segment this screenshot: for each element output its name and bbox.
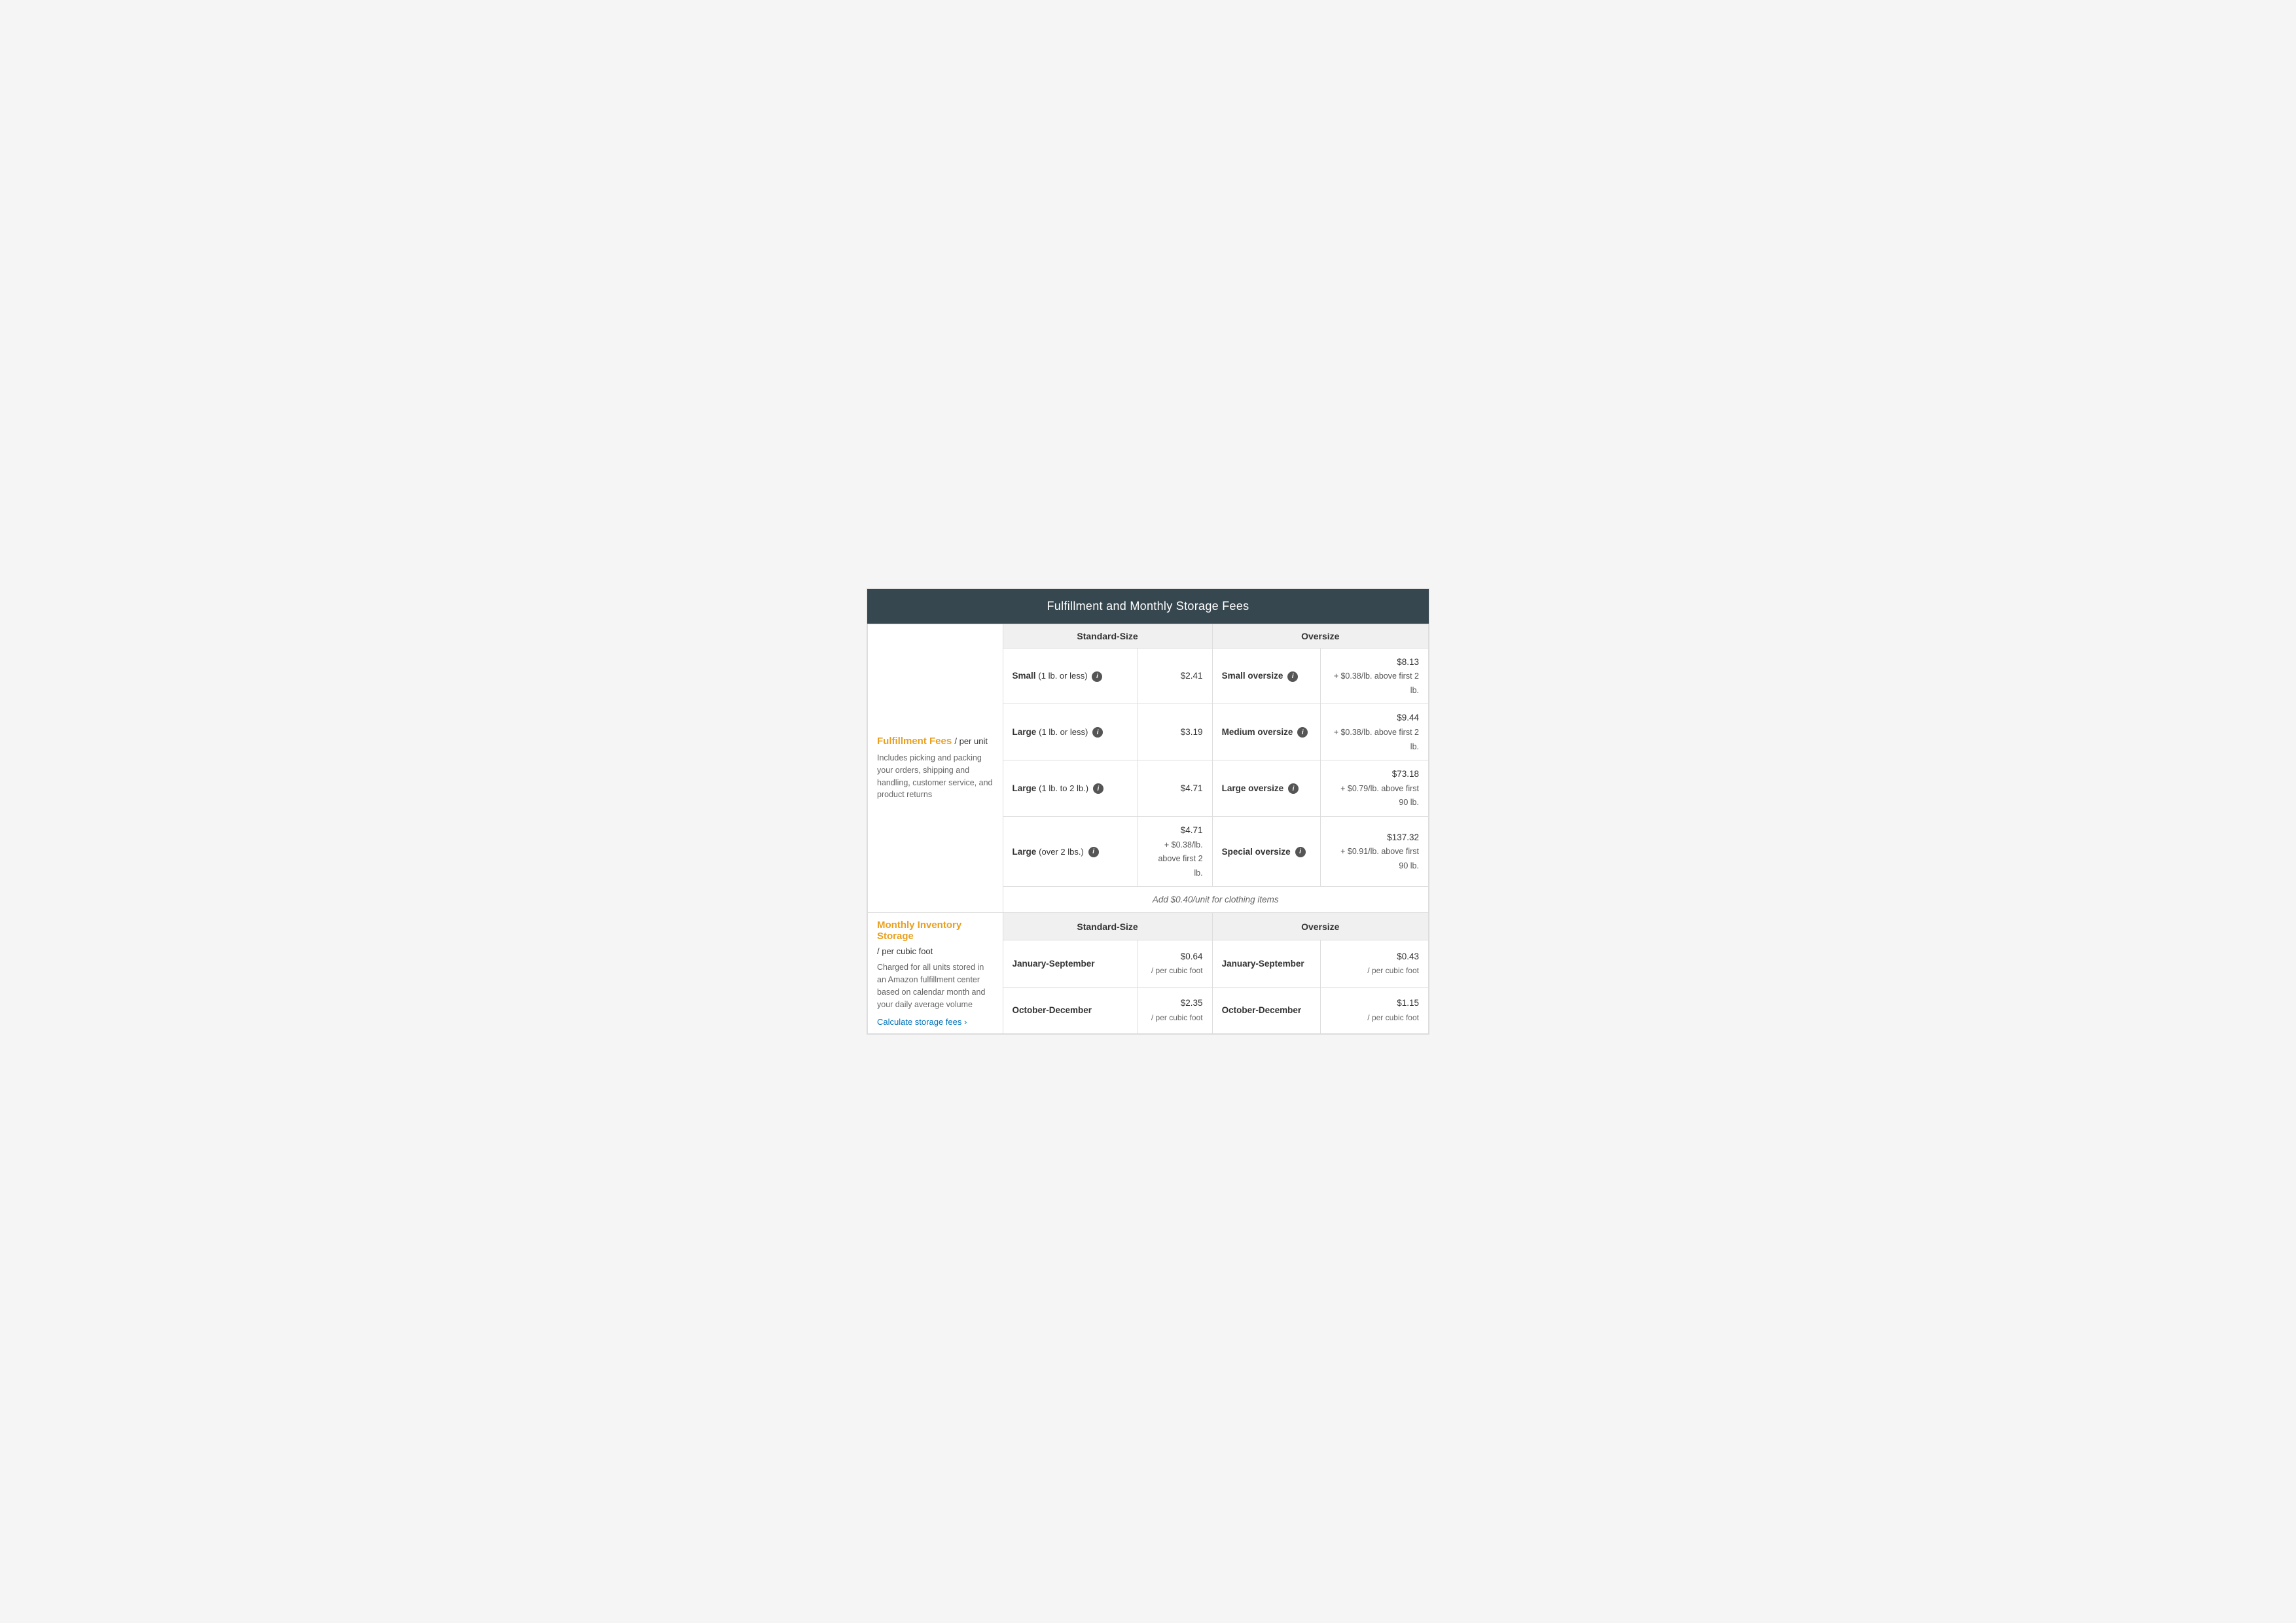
clothing-note: Add $0.40/unit for clothing items [1003, 887, 1429, 913]
ovr-price-1: $8.13+ $0.38/lb. above first 2 lb. [1320, 648, 1428, 704]
ovr-storage-price-2: $1.15/ per cubic foot [1320, 987, 1428, 1034]
oversize-header: Oversize [1212, 624, 1428, 648]
page-title: Fulfillment and Monthly Storage Fees [867, 589, 1429, 624]
ovr-size-label-1: Small oversize i [1212, 648, 1320, 704]
small-info-icon[interactable]: i [1092, 671, 1102, 682]
ovr-size-label-2: Medium oversize i [1212, 704, 1320, 760]
std-price-3: $4.71 [1138, 760, 1213, 817]
fulfillment-fees-desc: Includes picking and packing your orders… [877, 752, 994, 801]
storage-title: Monthly InventoryStorage [877, 919, 961, 942]
std-period-1: January-September [1003, 940, 1138, 987]
std-storage-price-1: $0.64/ per cubic foot [1138, 940, 1213, 987]
calculate-storage-link[interactable]: Calculate storage fees › [877, 1017, 994, 1027]
fulfillment-header-row: Fulfillment Fees / per unit Includes pic… [868, 624, 1429, 648]
ovr-price-4: $137.32+ $0.91/lb. above first 90 lb. [1320, 816, 1428, 886]
fulfillment-fees-title: Fulfillment Fees / per unit [877, 736, 994, 747]
ovr-price-2: $9.44+ $0.38/lb. above first 2 lb. [1320, 704, 1428, 760]
std-price-1: $2.41 [1138, 648, 1213, 704]
std-size-label-1: Small (1 lb. or less) i [1003, 648, 1138, 704]
large-oversize-info-icon[interactable]: i [1288, 783, 1299, 794]
fulfillment-table: Fulfillment Fees / per unit Includes pic… [867, 624, 1429, 1035]
storage-oversize-header: Oversize [1212, 913, 1428, 940]
storage-label-cell: Monthly InventoryStorage / per cubic foo… [868, 913, 1003, 1034]
small-oversize-info-icon[interactable]: i [1287, 671, 1298, 682]
large-1lb-info-icon[interactable]: i [1092, 727, 1103, 738]
std-size-label-2: Large (1 lb. or less) i [1003, 704, 1138, 760]
storage-title-line: Monthly InventoryStorage / per cubic foo… [877, 919, 994, 956]
std-size-label-3: Large (1 lb. to 2 lb.) i [1003, 760, 1138, 817]
storage-header-row: Monthly InventoryStorage / per cubic foo… [868, 913, 1429, 940]
ovr-period-1: January-September [1212, 940, 1320, 987]
std-size-label-4: Large (over 2 lbs.) i [1003, 816, 1138, 886]
ovr-price-3: $73.18+ $0.79/lb. above first 90 lb. [1320, 760, 1428, 817]
medium-oversize-info-icon[interactable]: i [1297, 727, 1308, 738]
fulfillment-label-cell: Fulfillment Fees / per unit Includes pic… [868, 624, 1003, 913]
ovr-size-label-4: Special oversize i [1212, 816, 1320, 886]
special-oversize-info-icon[interactable]: i [1295, 847, 1306, 857]
ovr-period-2: October-December [1212, 987, 1320, 1034]
ovr-storage-price-1: $0.43/ per cubic foot [1320, 940, 1428, 987]
std-period-2: October-December [1003, 987, 1138, 1034]
standard-size-header: Standard-Size [1003, 624, 1212, 648]
large-2lb-info-icon[interactable]: i [1093, 783, 1103, 794]
ovr-size-label-3: Large oversize i [1212, 760, 1320, 817]
std-storage-price-2: $2.35/ per cubic foot [1138, 987, 1213, 1034]
large-over2lb-info-icon[interactable]: i [1088, 847, 1099, 857]
main-container: Fulfillment and Monthly Storage Fees Ful… [867, 588, 1429, 1035]
std-price-4: $4.71+ $0.38/lb. above first 2 lb. [1138, 816, 1213, 886]
storage-desc: Charged for all units stored in an Amazo… [877, 961, 994, 1010]
storage-per-unit: / per cubic foot [877, 946, 933, 956]
storage-standard-header: Standard-Size [1003, 913, 1212, 940]
std-price-2: $3.19 [1138, 704, 1213, 760]
